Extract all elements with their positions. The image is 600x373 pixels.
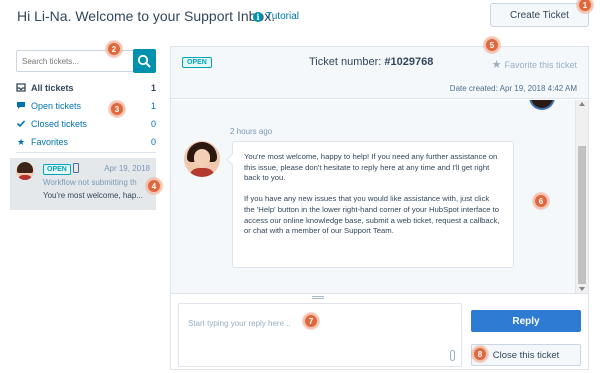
avatar [529,100,555,110]
date-created: Date created: Apr 19, 2018 4:42 AM [449,84,577,93]
nav-label: Closed tickets [31,119,88,129]
create-ticket-button[interactable]: Create Ticket [490,3,589,27]
nav-count: 0 [150,119,156,129]
search-icon [137,54,151,68]
nav-item-open-tickets[interactable]: Open tickets 1 [16,97,156,115]
ticket-date: Apr 19, 2018 [104,164,150,173]
nav-item-favorites[interactable]: ★ Favorites 0 [16,133,156,151]
ticket-list-item[interactable]: OPEN Apr 19, 2018 Workflow not submittin… [10,158,156,210]
ticket-filter-nav: All tickets 1 Open tickets 1 Closed tick… [16,79,156,151]
avatar [16,162,34,180]
scroll-thumb[interactable] [578,146,586,284]
conversation-thread: 2 hours ago You're most welcome, happy t… [171,100,575,293]
inbox-icon [16,82,26,94]
annotation-marker: 5 [484,37,500,53]
nav-count: 1 [150,101,156,111]
message-bubble: You're most welcome, happy to help! If y… [232,141,514,268]
nav-item-closed-tickets[interactable]: Closed tickets 0 [16,115,156,133]
message-text: You're most welcome, happy to help! If y… [244,152,498,183]
ticket-subject: Workflow not submitting th [43,178,137,187]
header: Hi Li-Na. Welcome to your Support Inbox.… [0,0,600,34]
ticket-number: Ticket number: #1029768 [309,56,433,68]
nav-count: 0 [150,137,156,147]
nav-label: Favorites [31,137,69,147]
annotation-marker: 3 [109,101,125,117]
status-badge: OPEN [182,57,212,68]
nav-label: Open tickets [31,101,82,111]
message-text: If you have any new issues that you woul… [244,194,500,236]
reply-input[interactable]: Start typing your reply here... [178,303,462,367]
ticket-detail-panel: OPEN Ticket number: #1029768 ★ Favorite … [170,46,589,370]
attachment-icon[interactable] [450,350,455,361]
check-icon [16,119,26,130]
divider [16,152,156,153]
status-badge: OPEN [43,164,71,175]
chat-bubble-icon [16,101,26,112]
nav-count: 1 [150,83,156,93]
resize-handle[interactable] [171,293,588,301]
ticket-number-value: #1029768 [384,56,434,68]
tutorial-label: Tutorial [266,11,299,22]
nav-item-all-tickets[interactable]: All tickets 1 [16,79,156,97]
ticket-header: OPEN Ticket number: #1029768 ★ Favorite … [171,47,588,99]
tutorial-link[interactable]: i Tutorial [253,11,299,22]
message-timestamp: 2 hours ago [230,127,273,136]
reply-placeholder: Start typing your reply here... [188,319,291,328]
annotation-marker: 6 [533,193,549,209]
star-icon: ★ [16,136,26,147]
nav-label: All tickets [31,83,74,93]
annotation-marker: 7 [303,313,319,329]
annotation-marker: 4 [146,178,162,194]
info-icon: i [253,11,263,22]
ticket-preview: You're most welcome, hap... [43,191,143,200]
sidebar: All tickets 1 Open tickets 1 Closed tick… [10,48,160,370]
ticket-number-label: Ticket number: [309,56,382,68]
star-icon: ★ [491,59,502,71]
annotation-marker: 8 [472,346,488,362]
search-button[interactable] [133,49,156,73]
reply-button[interactable]: Reply [471,310,581,332]
mobile-icon [73,163,79,173]
scroll-up-icon[interactable] [579,102,585,106]
avatar [184,141,220,177]
annotation-marker: 2 [106,41,122,57]
scroll-down-icon[interactable] [579,287,585,291]
scrollbar[interactable] [575,100,588,293]
welcome-greeting: Hi Li-Na. Welcome to your Support Inbox. [17,8,276,24]
favorite-button[interactable]: ★ Favorite this ticket [492,58,577,71]
favorite-label: Favorite this ticket [504,59,577,70]
